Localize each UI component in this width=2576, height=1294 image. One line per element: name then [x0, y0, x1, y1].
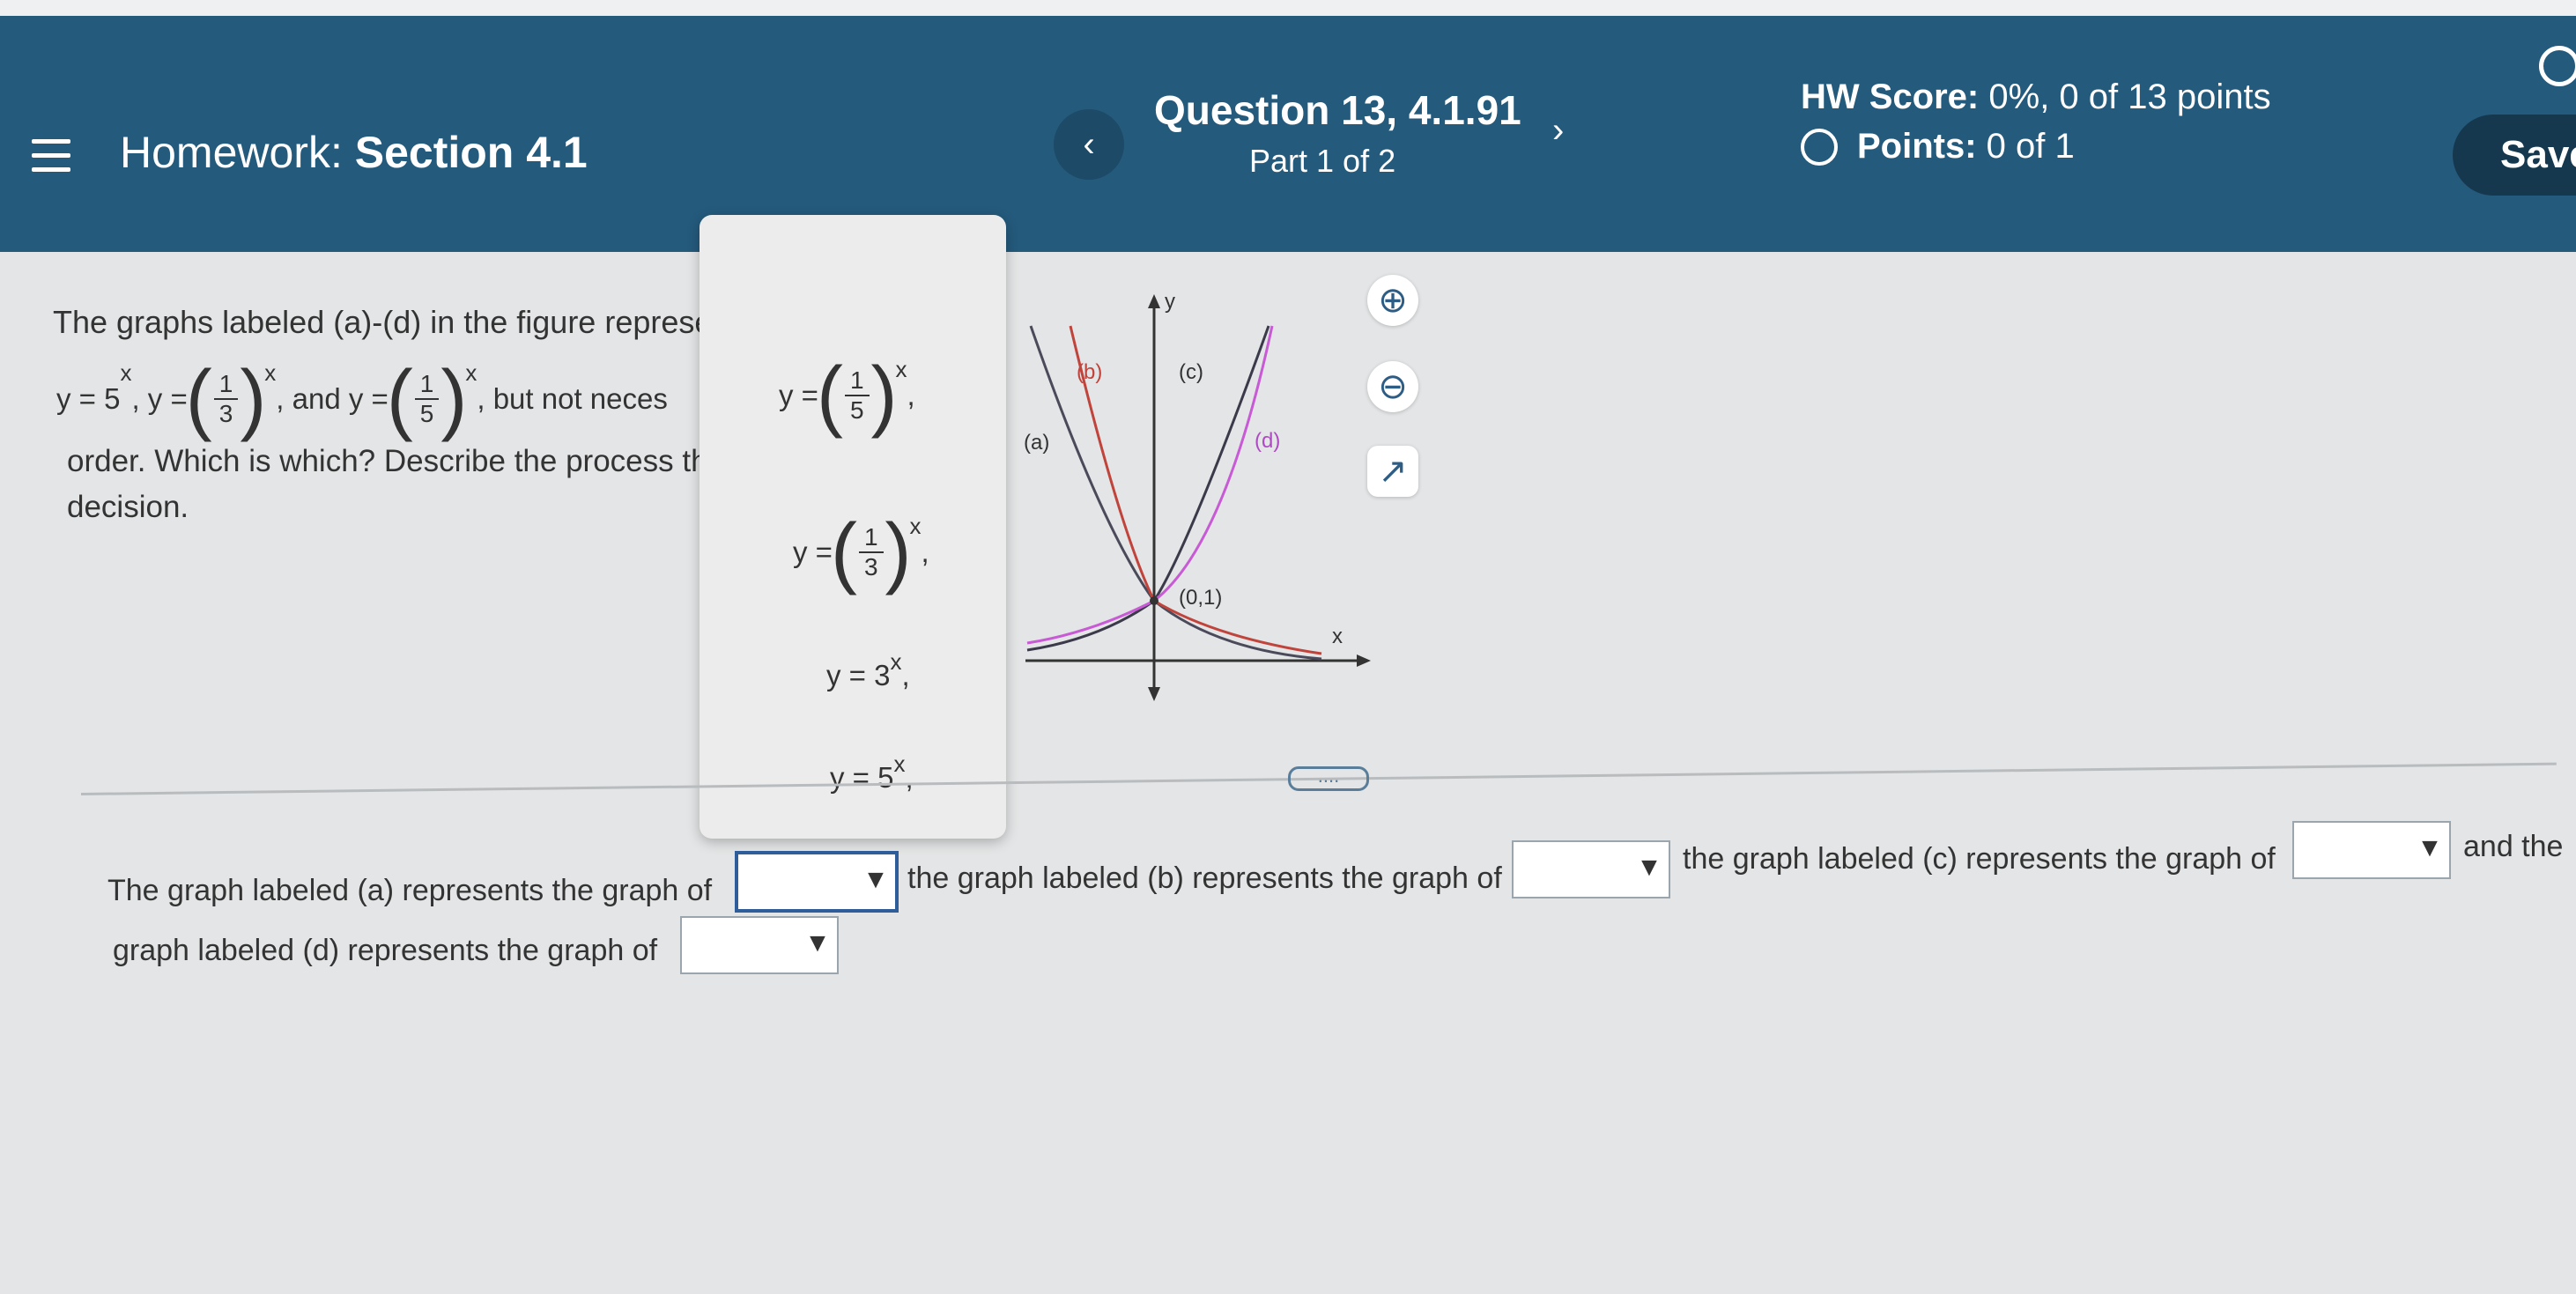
points-value: 0 of 1 [1986, 127, 2075, 166]
option-sup: x [895, 355, 907, 382]
answer-b-dropdown[interactable]: ▼ [1512, 840, 1670, 898]
exponential-graph: y x (a) (b) (c) (d) (0,1) [1024, 290, 1371, 701]
option-one-fifth[interactable]: y = ( 15 ) x , [779, 355, 915, 436]
option-five-x[interactable]: y = 5x, [830, 751, 914, 795]
option-suffix: , [921, 536, 929, 568]
answer-a-text: The graph labeled (a) represents the gra… [107, 874, 713, 907]
dropdown-arrow-icon: ▼ [1636, 853, 1662, 882]
y-axis-arrow-up [1148, 294, 1160, 308]
answer-d-dropdown[interactable]: ▼ [680, 916, 839, 974]
math-y-eq: , y = [131, 382, 188, 415]
question-title: Question 13, 4.1.91 [1154, 87, 1521, 133]
curve-c [1026, 325, 1270, 652]
question-math-line: y = 5x , y = ( 13 ) x , and y = ( 15 ) x ,… [56, 355, 668, 443]
zoom-in-icon[interactable]: ⊕ [1367, 275, 1418, 326]
option-prefix: y = [779, 379, 818, 411]
option-suffix: , [901, 659, 910, 691]
option-num: 1 [844, 366, 870, 396]
option-one-third[interactable]: y = ( 13 ) x , [793, 512, 929, 593]
x-axis-arrow [1357, 654, 1371, 667]
hw-score: HW Score: 0%, 0 of 13 points [1801, 78, 2271, 117]
answer-d-text: graph labeled (d) represents the graph o… [113, 934, 658, 967]
more-options-button[interactable]: .... [1288, 766, 1369, 791]
question-line-4: decision. [67, 490, 189, 524]
paren-close: ) [240, 355, 267, 443]
next-question-button[interactable]: › [1552, 111, 1564, 151]
hw-score-value: 0%, 0 of 13 points [1988, 78, 2271, 116]
option-sup: x [893, 750, 906, 777]
answer-a-dropdown[interactable]: ▼ [735, 851, 899, 913]
curve-a [1029, 325, 1322, 661]
paren-close-2: ) [440, 355, 468, 443]
question-line-1: The graphs labeled (a)-(d) in the figure… [53, 304, 713, 340]
option-suffix: , [907, 379, 915, 411]
math-sup-x2: x [264, 359, 277, 386]
math-sup-x3: x [465, 359, 477, 386]
label-a: (a) [1024, 431, 1049, 455]
math-but-not: , but not neces [477, 382, 668, 415]
header-bar: Homework: Section 4.1 ‹ Question 13, 4.1… [0, 16, 2576, 252]
option-prefix: y = 3 [826, 659, 891, 691]
fraction-1-3: 13 [213, 370, 239, 428]
homework-title: Homework: Section 4.1 [120, 127, 588, 178]
paren-open-2: ( [386, 355, 413, 443]
option-den: 3 [863, 553, 878, 580]
option-num: 1 [858, 523, 884, 553]
paren-open: ( [185, 355, 212, 443]
y-axis-arrow-down [1148, 687, 1160, 701]
intersection-point [1150, 596, 1158, 605]
dropdown-arrow-icon: ▼ [2417, 833, 2443, 862]
option-sup: x [909, 512, 922, 539]
answer-c-dropdown[interactable]: ▼ [2292, 821, 2451, 879]
question-part: Part 1 of 2 [1249, 143, 1396, 179]
menu-icon[interactable] [32, 139, 70, 178]
answer-options-popup: y = ( 15 ) x , y = ( 13 ) x , y = 3x, y = … [700, 215, 1006, 839]
option-three-x[interactable]: y = 3x, [826, 648, 910, 692]
dropdown-arrow-icon: ▼ [862, 865, 889, 894]
zoom-out-icon[interactable]: ⊖ [1367, 361, 1418, 412]
previous-question-button[interactable]: ‹ [1054, 109, 1124, 180]
label-d: (d) [1255, 429, 1280, 453]
math-and-y: , and y = [276, 382, 389, 415]
option-suffix: , [905, 761, 914, 794]
option-prefix: y = [793, 536, 833, 568]
settings-gear-icon[interactable] [2539, 46, 2576, 86]
dropdown-arrow-icon: ▼ [804, 928, 831, 958]
question-text-cont: order. Which is which? Describe the proc… [67, 439, 708, 530]
option-sup: x [890, 647, 902, 675]
points-label: Points: [1857, 127, 1977, 166]
option-prefix: y = 5 [830, 761, 894, 794]
homework-section: Section 4.1 [354, 128, 588, 177]
popout-icon[interactable]: ↗ [1367, 446, 1418, 497]
point-label: (0,1) [1179, 586, 1222, 610]
y-axis-label: y [1165, 290, 1175, 314]
label-c: (c) [1179, 360, 1203, 384]
option-den: 5 [849, 396, 864, 424]
label-b: (b) [1077, 360, 1102, 384]
question-line-3: order. Which is which? Describe the proc… [67, 444, 708, 478]
points-status-icon [1801, 128, 1838, 166]
math-y5x: y = 5 [56, 382, 121, 415]
answer-end-text: and the [2463, 830, 2564, 863]
math-sup-x1: x [120, 359, 132, 386]
answer-c-text: the graph labeled (c) represents the gra… [1683, 842, 2276, 876]
hw-score-label: HW Score: [1801, 78, 1980, 116]
save-button[interactable]: Save [2453, 115, 2576, 196]
answer-b-text: the graph labeled (b) represents the gra… [907, 861, 1502, 895]
question-text: The graphs labeled (a)-(d) in the figure… [53, 299, 722, 345]
points: Points: 0 of 1 [1801, 127, 2075, 166]
x-axis-label: x [1332, 625, 1343, 648]
fraction-1-5: 15 [414, 370, 440, 428]
homework-prefix: Homework: [120, 128, 343, 177]
browser-top-strip [0, 0, 2576, 16]
